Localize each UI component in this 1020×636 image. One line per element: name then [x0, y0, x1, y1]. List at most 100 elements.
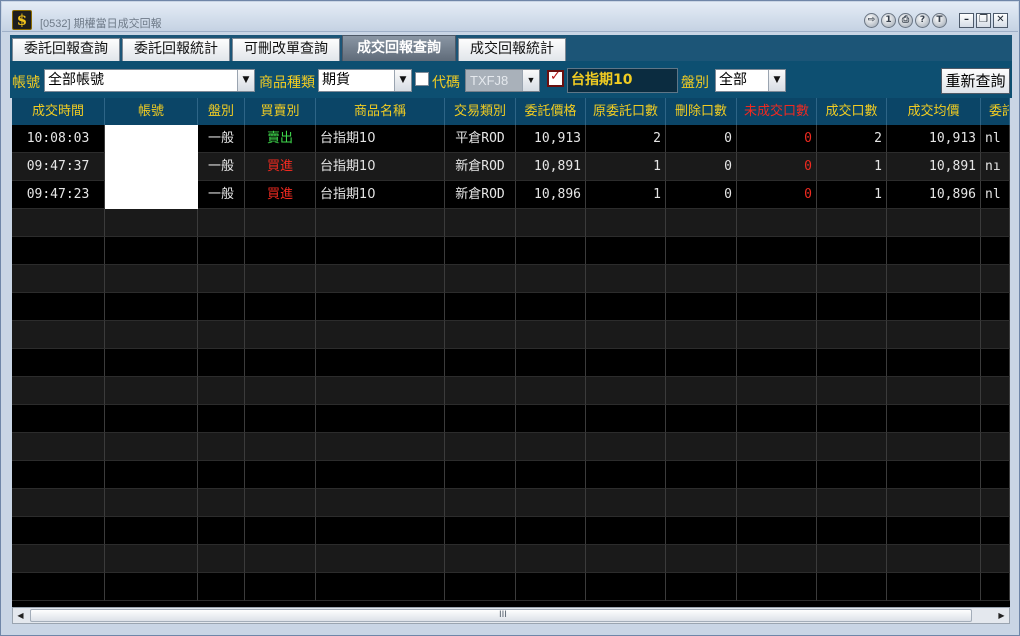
minimize-icon[interactable]: – [959, 13, 974, 28]
empty-cell [737, 405, 817, 433]
product-type-select[interactable]: 期貨 ▼ [318, 69, 412, 92]
scrollbar-thumb[interactable]: III [30, 609, 972, 622]
code-checkbox[interactable] [415, 72, 429, 86]
order-price-cell: 10,891 [516, 153, 586, 181]
filled-qty-cell: 1 [817, 181, 887, 209]
empty-cell [245, 433, 316, 461]
empty-cell [737, 321, 817, 349]
session-cell: 一般 [198, 181, 245, 209]
scroll-right-icon[interactable]: ▶ [994, 608, 1009, 623]
horizontal-scrollbar[interactable]: ◀ III ▶ [12, 607, 1010, 624]
empty-cell [817, 237, 887, 265]
col-product-name[interactable]: 商品名稱 [316, 98, 445, 125]
col-orig-qty[interactable]: 原委託口數 [586, 98, 666, 125]
requery-button[interactable]: 重新查詢 [941, 68, 1010, 94]
scroll-left-icon[interactable]: ◀ [13, 608, 28, 623]
empty-cell [316, 237, 445, 265]
empty-cell [445, 293, 516, 321]
tab-order-report-query[interactable]: 委託回報查詢 [12, 38, 120, 61]
empty-cell [817, 265, 887, 293]
close-icon[interactable]: ✕ [993, 13, 1008, 28]
empty-cell [817, 433, 887, 461]
chevron-down-icon[interactable]: ▼ [237, 70, 254, 91]
col-trade-type[interactable]: 交易類別 [445, 98, 516, 125]
col-session[interactable]: 盤別 [198, 98, 245, 125]
product-name-checkbox[interactable]: ✓ [547, 69, 564, 87]
empty-cell [817, 545, 887, 573]
avg-price-cell: 10,896 [887, 181, 981, 209]
empty-cell [105, 293, 198, 321]
empty-cell [737, 489, 817, 517]
filled-qty-cell: 1 [817, 153, 887, 181]
col-order-price[interactable]: 委託價格 [516, 98, 586, 125]
unfilled-qty-cell: 0 [737, 181, 817, 209]
trade-type-cell: 新倉ROD [445, 153, 516, 181]
side-cell: 買進 [245, 153, 316, 181]
chevron-down-icon[interactable]: ▼ [522, 70, 539, 91]
cancel-qty-cell: 0 [666, 181, 737, 209]
empty-cell [445, 545, 516, 573]
exit-icon[interactable]: ⇨ [864, 13, 879, 28]
table-row[interactable]: 09:47:23 一般 買進 台指期10 新倉ROD 10,896 1 0 0 1 10,896 nl [12, 181, 1010, 209]
empty-cell [737, 293, 817, 321]
tab-modifiable-orders[interactable]: 可刪改單查詢 [232, 38, 340, 61]
empty-cell [12, 237, 105, 265]
code-input[interactable]: TXFJ8 ▼ [465, 69, 540, 92]
empty-cell [666, 405, 737, 433]
order-price-cell: 10,913 [516, 125, 586, 153]
empty-cell [981, 433, 1010, 461]
tab-order-report-stats[interactable]: 委託回報統計 [122, 38, 230, 61]
empty-table-row [12, 545, 1010, 573]
chevron-down-icon[interactable]: ▼ [394, 70, 411, 91]
restore-icon[interactable]: ❐ [976, 13, 991, 28]
account-cell [105, 125, 198, 153]
tab-fill-report-stats[interactable]: 成交回報統計 [458, 38, 566, 61]
tool-icon[interactable]: T [932, 13, 947, 28]
unfilled-qty-cell: 0 [737, 125, 817, 153]
orig-qty-cell: 2 [586, 125, 666, 153]
info-icon[interactable]: 1 [881, 13, 896, 28]
empty-cell [666, 461, 737, 489]
empty-cell [737, 265, 817, 293]
table-row[interactable]: 10:08:03 一般 賣出 台指期10 平倉ROD 10,913 2 0 0 2 10,913 nl [12, 125, 1010, 153]
empty-cell [586, 433, 666, 461]
empty-cell [981, 237, 1010, 265]
empty-cell [516, 349, 586, 377]
empty-cell [105, 265, 198, 293]
product-name-display: 台指期10 [567, 68, 678, 93]
chevron-down-icon[interactable]: ▼ [768, 70, 785, 91]
empty-cell [817, 405, 887, 433]
col-filled-qty[interactable]: 成交口數 [817, 98, 887, 125]
table-row[interactable]: 09:47:37 一般 買進 台指期10 新倉ROD 10,891 1 0 0 1 10,891 nı [12, 153, 1010, 181]
product-name-cell: 台指期10 [316, 125, 445, 153]
empty-cell [666, 489, 737, 517]
empty-cell [516, 209, 586, 237]
empty-cell [245, 209, 316, 237]
col-fill-time[interactable]: 成交時間 [12, 98, 105, 125]
fill-time-cell: 09:47:37 [12, 153, 105, 181]
empty-cell [198, 377, 245, 405]
print-icon[interactable]: ⎙ [898, 13, 913, 28]
col-unfilled-qty[interactable]: 未成交口數 [737, 98, 817, 125]
help-icon[interactable]: ? [915, 13, 930, 28]
col-account[interactable]: 帳號 [105, 98, 198, 125]
empty-cell [245, 265, 316, 293]
empty-cell [981, 517, 1010, 545]
account-select[interactable]: 全部帳號 ▼ [44, 69, 255, 92]
empty-cell [887, 377, 981, 405]
col-order-more[interactable]: 委託 [981, 98, 1010, 125]
empty-cell [586, 209, 666, 237]
title-bar[interactable]: $ [0532] 期權當日成交回報 ⇨ 1 ⎙ ? T – ❐ ✕ [2, 2, 1018, 32]
empty-cell [817, 517, 887, 545]
tab-fill-report-query[interactable]: 成交回報查詢 [342, 35, 456, 61]
col-side[interactable]: 買賣別 [245, 98, 316, 125]
position-select[interactable]: 全部 ▼ [715, 69, 786, 92]
col-cancel-qty[interactable]: 刪除口數 [666, 98, 737, 125]
empty-cell [316, 545, 445, 573]
empty-cell [817, 377, 887, 405]
empty-table-row [12, 573, 1010, 601]
col-avg-price[interactable]: 成交均價 [887, 98, 981, 125]
empty-cell [666, 349, 737, 377]
empty-cell [887, 209, 981, 237]
empty-cell [245, 405, 316, 433]
